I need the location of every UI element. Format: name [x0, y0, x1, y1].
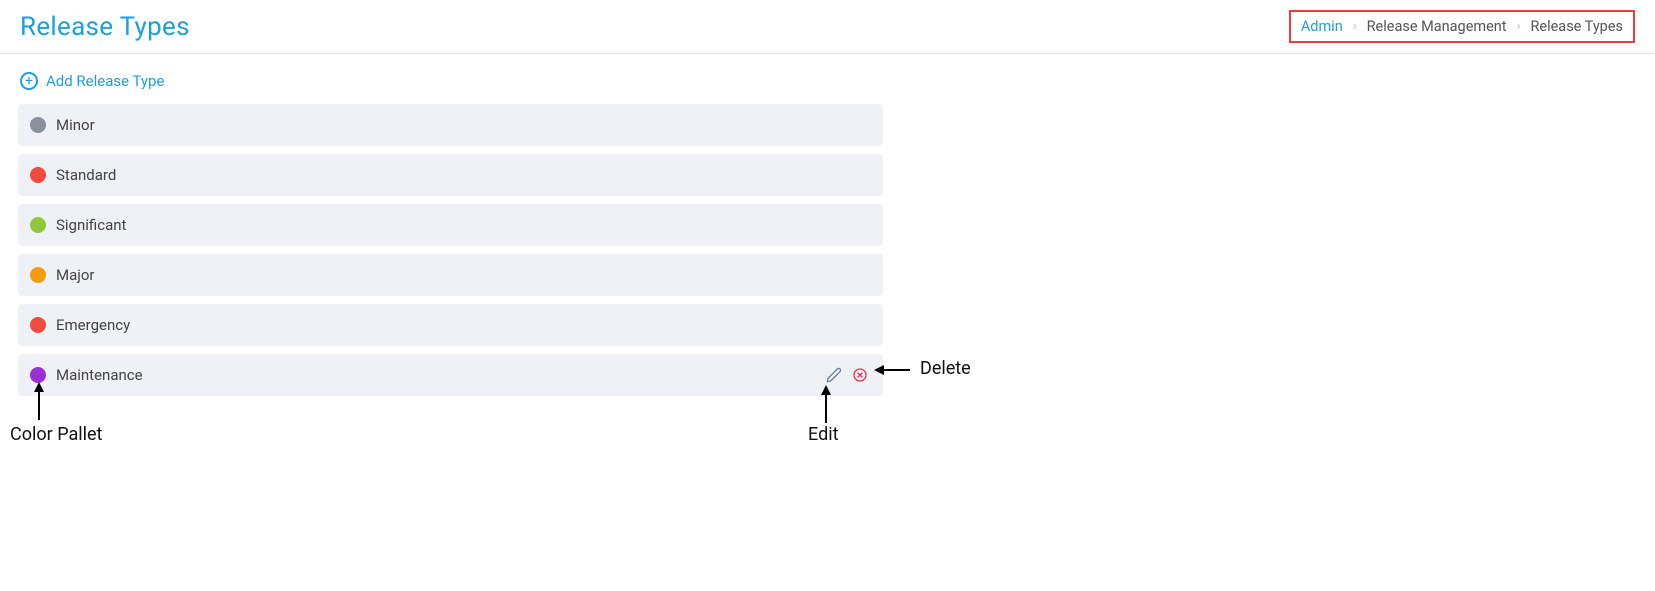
release-type-row[interactable]: Significant: [18, 204, 883, 246]
main-content: + Add Release Type Minor Standard Signific…: [0, 54, 1655, 414]
release-type-label: Major: [56, 266, 871, 284]
release-type-row[interactable]: Minor: [18, 104, 883, 146]
plus-circle-icon: +: [20, 72, 38, 90]
release-type-label: Standard: [56, 166, 871, 184]
release-type-row[interactable]: Major: [18, 254, 883, 296]
arrow-line: [38, 390, 40, 420]
arrow-line: [825, 393, 827, 423]
annotation-delete: Delete: [920, 358, 971, 379]
color-dot-icon[interactable]: [30, 267, 46, 283]
annotation-color-pallet: Color Pallet: [10, 424, 102, 445]
add-release-type-button[interactable]: + Add Release Type: [18, 72, 1637, 90]
release-type-row[interactable]: Maintenance: [18, 354, 883, 396]
chevron-right-icon: ›: [1517, 19, 1521, 34]
edit-icon[interactable]: [825, 366, 843, 384]
annotation-edit: Edit: [808, 424, 838, 445]
breadcrumb-release-management[interactable]: Release Management: [1367, 18, 1507, 35]
breadcrumb-release-types: Release Types: [1530, 18, 1623, 35]
page-title: Release Types: [20, 12, 190, 42]
color-dot-icon[interactable]: [30, 367, 46, 383]
arrow-line: [882, 369, 910, 371]
release-type-label: Emergency: [56, 316, 871, 334]
release-type-list: Minor Standard Significant Major Emergency Ma…: [18, 104, 883, 396]
release-type-label: Maintenance: [56, 366, 815, 384]
release-type-row[interactable]: Standard: [18, 154, 883, 196]
release-type-label: Significant: [56, 216, 871, 234]
row-actions: [825, 366, 869, 384]
chevron-right-icon: ›: [1353, 19, 1357, 34]
release-type-label: Minor: [56, 116, 871, 134]
color-dot-icon[interactable]: [30, 167, 46, 183]
color-dot-icon[interactable]: [30, 217, 46, 233]
breadcrumb: Admin › Release Management › Release Typ…: [1289, 10, 1635, 43]
color-dot-icon[interactable]: [30, 117, 46, 133]
color-dot-icon[interactable]: [30, 317, 46, 333]
delete-icon[interactable]: [851, 366, 869, 384]
release-type-row[interactable]: Emergency: [18, 304, 883, 346]
breadcrumb-admin[interactable]: Admin: [1301, 18, 1343, 35]
page-header: Release Types Admin › Release Management…: [0, 0, 1655, 54]
add-release-type-label: Add Release Type: [46, 72, 164, 90]
